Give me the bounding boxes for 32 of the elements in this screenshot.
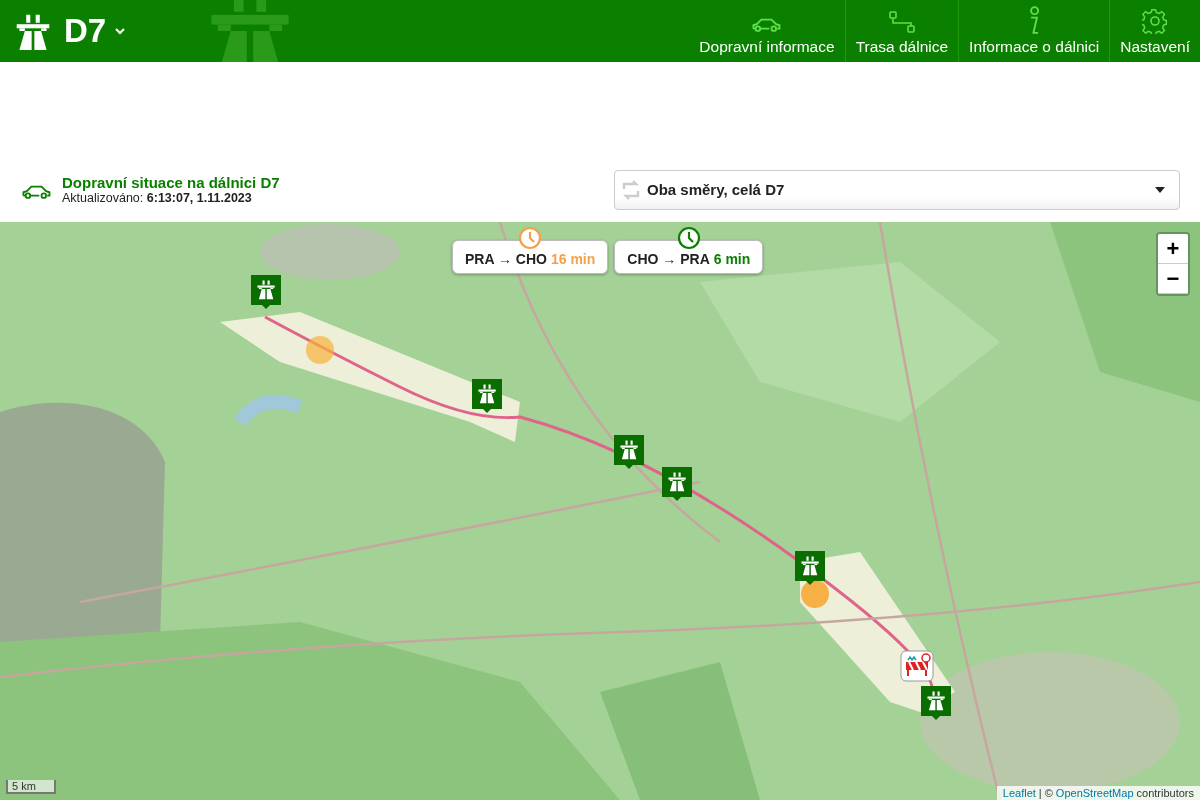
highway-marker-icon xyxy=(471,378,503,414)
gear-icon xyxy=(1142,8,1169,34)
route-label: CHO → PRA xyxy=(627,251,710,267)
caret-icon xyxy=(114,26,127,36)
highway-marker-icon xyxy=(920,685,952,721)
highway-marker-icon xyxy=(794,550,826,586)
update-time: Aktualizováno: 6:13:07, 1.11.2023 xyxy=(62,191,253,205)
route-label: PRA → CHO xyxy=(465,251,547,267)
dropdown-caret-icon xyxy=(1155,186,1165,193)
highway-marker-icon xyxy=(250,274,282,310)
zoom-out-button[interactable]: − xyxy=(1158,264,1188,294)
nav-tab[interactable]: Dopravní informace xyxy=(689,0,845,62)
attribution-link[interactable]: Leaflet xyxy=(1002,787,1036,799)
attribution-text: contributors xyxy=(1136,787,1194,799)
scale-bar: 5 km xyxy=(6,780,56,794)
travel-time: 16 min xyxy=(550,251,596,267)
nav-tab[interactable]: Informace o dálnici xyxy=(958,0,1110,62)
situation-title: Dopravní situace na dálnici D7 xyxy=(62,174,280,191)
nav-tab[interactable]: Trasa dálnice xyxy=(844,0,959,62)
nav-tab[interactable]: Nastavení xyxy=(1109,0,1200,62)
highway-marker-icon xyxy=(613,434,645,470)
direction-select[interactable]: Oba směry, celá D7 xyxy=(614,169,1180,210)
attribution-text: | © xyxy=(1038,787,1053,799)
zoom-in-button[interactable]: + xyxy=(1158,234,1188,264)
highway-marker-icon xyxy=(661,466,693,502)
attribution-link[interactable]: OpenStreetMap xyxy=(1055,787,1134,799)
info-icon xyxy=(1029,6,1040,34)
highway-title: D7 xyxy=(64,12,107,50)
route-icon xyxy=(887,10,916,34)
travel-time: 6 min xyxy=(713,251,751,267)
repeat-icon xyxy=(621,179,641,200)
roadwork-marker-icon xyxy=(900,650,934,682)
